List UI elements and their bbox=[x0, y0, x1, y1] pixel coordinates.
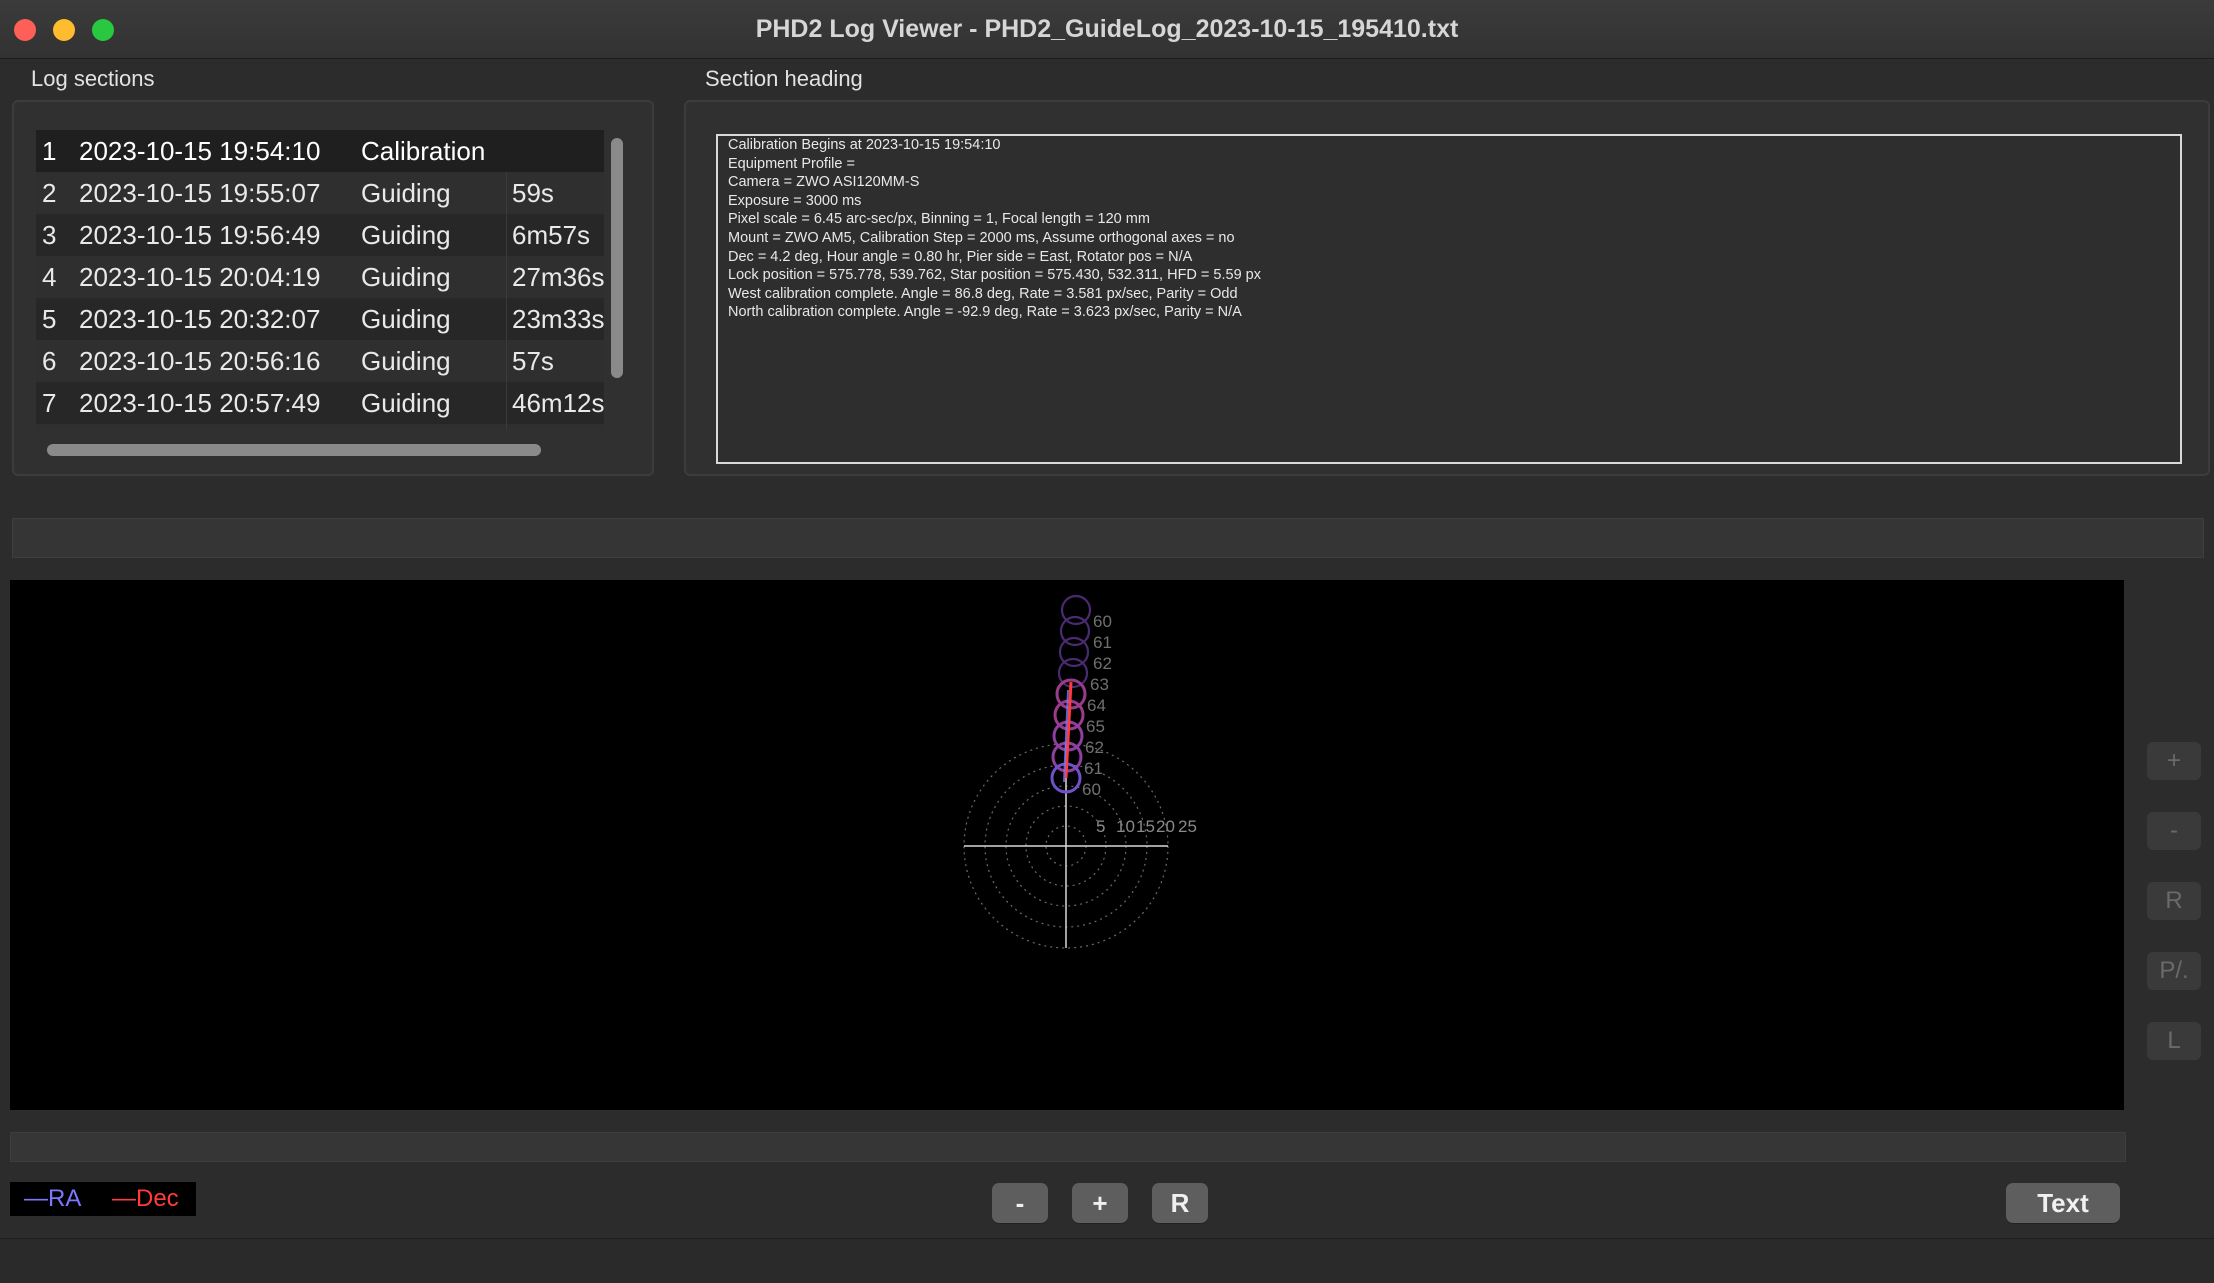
plot-scrollbar[interactable] bbox=[10, 1132, 2126, 1162]
step-label: 61 bbox=[1093, 633, 1112, 652]
table-row[interactable]: 5 2023-10-15 20:32:07 Guiding 23m33s bbox=[36, 298, 604, 340]
ring-label: 20 bbox=[1156, 817, 1175, 836]
zoom-out-toolbar-button[interactable]: - bbox=[992, 1183, 1048, 1223]
row-number: 6 bbox=[42, 346, 57, 376]
table-row[interactable]: 3 2023-10-15 19:56:49 Guiding 6m57s bbox=[36, 214, 604, 256]
step-label: 60 bbox=[1082, 780, 1101, 799]
calibration-plot[interactable]: 5 10 15 20 25 60 61 62 63 64 65 62 61 60 bbox=[10, 580, 2124, 1110]
step-label: 65 bbox=[1086, 717, 1105, 736]
row-number: 3 bbox=[42, 220, 57, 250]
l-button[interactable]: L bbox=[2147, 1022, 2201, 1060]
row-datetime: 2023-10-15 19:56:49 bbox=[79, 220, 321, 250]
table-row[interactable]: 6 2023-10-15 20:56:16 Guiding 57s bbox=[36, 340, 604, 382]
section-heading-text[interactable]: Calibration Begins at 2023-10-15 19:54:1… bbox=[716, 134, 2182, 464]
section-heading-label: Section heading bbox=[705, 66, 863, 91]
step-label: 64 bbox=[1087, 696, 1106, 715]
log-sections-label: Log sections bbox=[31, 66, 155, 91]
vertical-scrollbar[interactable] bbox=[611, 138, 623, 378]
step-label: 61 bbox=[1084, 759, 1103, 778]
row-duration: 57s bbox=[512, 346, 554, 376]
plot-legend: —RA —Dec bbox=[10, 1182, 196, 1216]
heading-line: North calibration complete. Angle = -92.… bbox=[728, 304, 1242, 321]
row-type: Calibration bbox=[361, 136, 486, 166]
row-type: Guiding bbox=[361, 346, 451, 376]
heading-line: Dec = 4.2 deg, Hour angle = 0.80 hr, Pie… bbox=[728, 248, 1193, 265]
heading-line: Calibration Begins at 2023-10-15 19:54:1… bbox=[728, 137, 1001, 153]
ring-label: 5 bbox=[1096, 817, 1105, 836]
north-steps bbox=[1057, 594, 1092, 689]
row-duration: 59s bbox=[512, 178, 554, 208]
row-datetime: 2023-10-15 20:56:16 bbox=[79, 346, 321, 376]
heading-line: Camera = ZWO ASI120MM-S bbox=[728, 174, 920, 191]
table-row[interactable] bbox=[36, 424, 604, 430]
row-type: Guiding bbox=[361, 178, 451, 208]
table-row[interactable]: 1 2023-10-15 19:54:10 Calibration bbox=[36, 130, 604, 172]
ring-label: 15 bbox=[1136, 817, 1155, 836]
heading-line: Lock position = 575.778, 539.762, Star p… bbox=[728, 267, 1261, 284]
window-title: PHD2 Log Viewer - PHD2_GuideLog_2023-10-… bbox=[755, 15, 1459, 43]
row-duration: 6m57s bbox=[512, 220, 591, 250]
row-type: Guiding bbox=[361, 262, 451, 292]
row-number: 4 bbox=[42, 262, 57, 292]
row-type: Guiding bbox=[361, 304, 451, 334]
heading-line: Pixel scale = 6.45 arc-sec/px, Binning =… bbox=[728, 211, 1150, 228]
heading-line: Mount = ZWO AM5, Calibration Step = 2000… bbox=[728, 230, 1235, 246]
horizontal-scrollbar[interactable] bbox=[47, 444, 541, 456]
row-duration: 46m12s bbox=[512, 388, 604, 418]
plot-svg: 5 10 15 20 25 60 61 62 63 64 65 62 61 60 bbox=[963, 594, 1197, 949]
row-number: 5 bbox=[42, 304, 57, 334]
step-label: 63 bbox=[1090, 675, 1109, 694]
row-datetime: 2023-10-15 20:57:49 bbox=[79, 388, 321, 418]
log-sections-table[interactable]: 1 2023-10-15 19:54:10 Calibration 2 2023… bbox=[36, 130, 604, 430]
zoom-out-button[interactable]: - bbox=[2147, 812, 2201, 850]
step-label: 62 bbox=[1093, 654, 1112, 673]
heading-line: Exposure = 3000 ms bbox=[728, 192, 862, 209]
pa-button[interactable]: P/. bbox=[2147, 952, 2201, 990]
reset-button[interactable]: R bbox=[2147, 882, 2201, 920]
row-datetime: 2023-10-15 20:32:07 bbox=[79, 304, 321, 334]
zoom-in-button[interactable]: + bbox=[2147, 742, 2201, 780]
heading-line: Equipment Profile = bbox=[728, 155, 855, 172]
row-type: Guiding bbox=[361, 388, 451, 418]
step-label: 62 bbox=[1085, 738, 1104, 757]
row-duration: 27m36s bbox=[512, 262, 604, 292]
column-divider bbox=[506, 172, 507, 430]
text-button[interactable]: Text bbox=[2006, 1183, 2120, 1223]
row-type: Guiding bbox=[361, 220, 451, 250]
reset-toolbar-button[interactable]: R bbox=[1152, 1183, 1208, 1223]
legend-dec: —Dec bbox=[112, 1185, 179, 1212]
table-row[interactable]: 4 2023-10-15 20:04:19 Guiding 27m36s bbox=[36, 256, 604, 298]
row-number: 7 bbox=[42, 388, 57, 418]
status-bar bbox=[0, 1238, 2214, 1283]
step-label: 60 bbox=[1093, 612, 1112, 631]
row-duration: 23m33s bbox=[512, 304, 604, 334]
row-datetime: 2023-10-15 20:04:19 bbox=[79, 262, 321, 292]
table-row[interactable]: 2 2023-10-15 19:55:07 Guiding 59s bbox=[36, 172, 604, 214]
row-datetime: 2023-10-15 19:54:10 bbox=[79, 136, 321, 166]
splitter-bar[interactable] bbox=[12, 518, 2204, 558]
row-number: 1 bbox=[42, 136, 57, 166]
table-row[interactable]: 7 2023-10-15 20:57:49 Guiding 46m12s bbox=[36, 382, 604, 424]
row-datetime: 2023-10-15 19:55:07 bbox=[79, 178, 321, 208]
ring-label: 25 bbox=[1178, 817, 1197, 836]
heading-line: West calibration complete. Angle = 86.8 … bbox=[728, 285, 1238, 302]
zoom-in-toolbar-button[interactable]: + bbox=[1072, 1183, 1128, 1223]
legend-ra: —RA bbox=[24, 1185, 82, 1212]
row-number: 2 bbox=[42, 178, 57, 208]
ring-label: 10 bbox=[1116, 817, 1135, 836]
